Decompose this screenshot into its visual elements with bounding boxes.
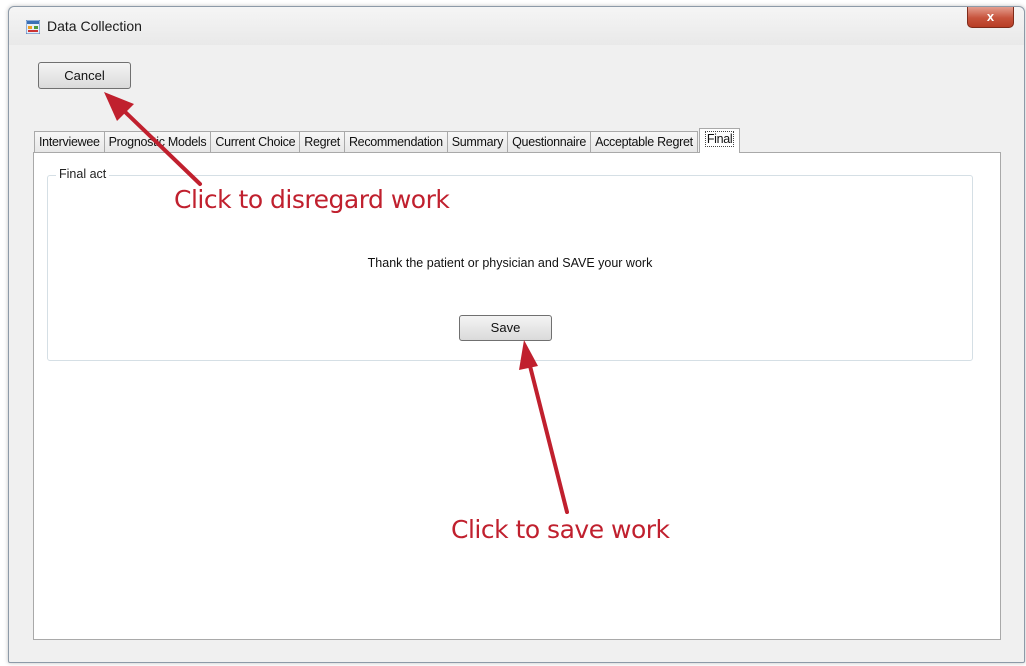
tab-current-choice[interactable]: Current Choice (210, 131, 301, 153)
cancel-button[interactable]: Cancel (38, 62, 131, 89)
cancel-annotation: Click to disregard work (174, 185, 450, 214)
tab-final-label: Final (704, 131, 735, 147)
tab-interviewee[interactable]: Interviewee (34, 131, 105, 153)
save-button[interactable]: Save (459, 315, 552, 341)
tab-recommendation[interactable]: Recommendation (343, 131, 448, 153)
close-button[interactable]: x (967, 7, 1014, 28)
tab-strip: Interviewee Prognostic Models Current Ch… (34, 128, 741, 153)
tab-prognostic-models[interactable]: Prognostic Models (103, 131, 212, 153)
tab-acceptable-regret[interactable]: Acceptable Regret (590, 131, 698, 153)
save-annotation: Click to save work (451, 515, 670, 544)
form-window-icon (26, 20, 40, 34)
data-collection-window: Data Collection x Cancel Interviewee Pro… (8, 6, 1025, 663)
instruction-message: Thank the patient or physician and SAVE … (367, 256, 653, 270)
tab-regret[interactable]: Regret (299, 131, 345, 153)
window-title: Data Collection (47, 18, 142, 34)
tab-final[interactable]: Final (698, 128, 741, 153)
tab-questionnaire[interactable]: Questionnaire (507, 131, 592, 153)
title-bar[interactable]: Data Collection x (9, 7, 1024, 45)
group-label: Final act (56, 167, 110, 181)
final-tab-panel: Final act Thank the patient or physician… (33, 152, 1001, 640)
close-icon: x (986, 9, 995, 24)
tab-summary[interactable]: Summary (446, 131, 509, 153)
